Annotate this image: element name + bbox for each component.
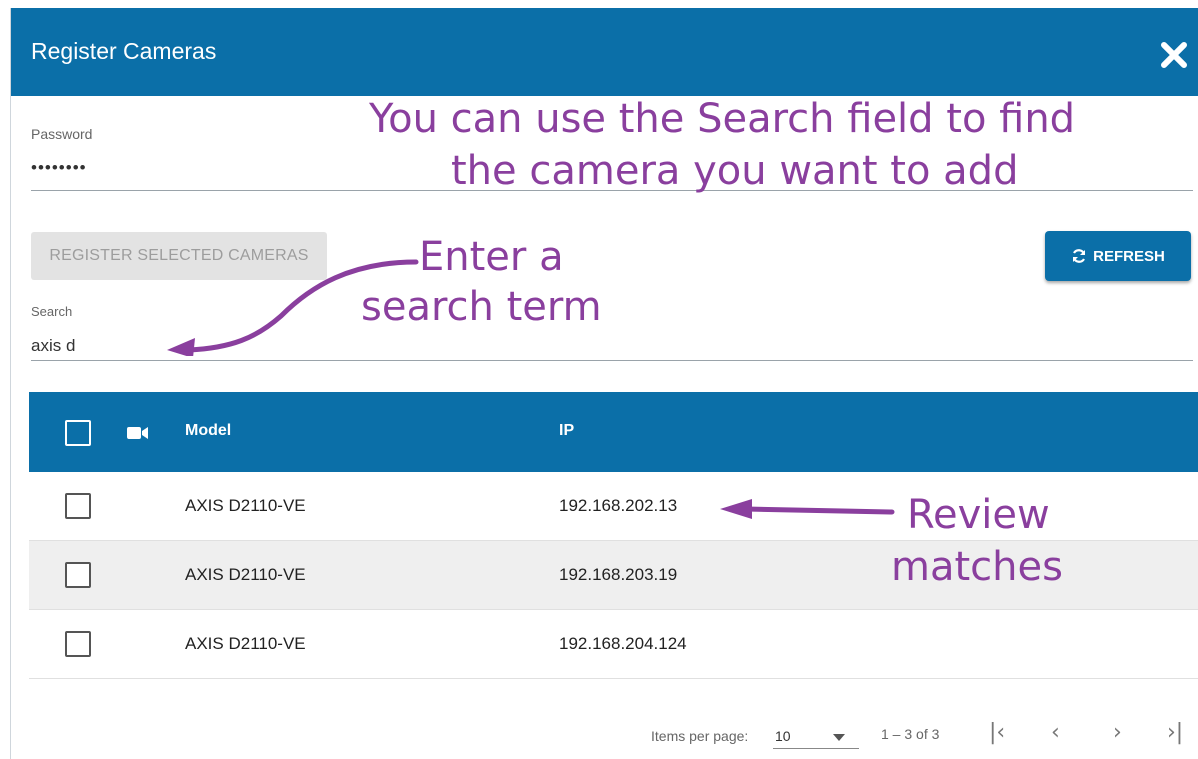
- row-checkbox[interactable]: [65, 562, 91, 588]
- model-cell: AXIS D2110-VE: [185, 565, 306, 584]
- column-header-model[interactable]: Model: [185, 422, 231, 440]
- dialog-title: Register Cameras: [31, 38, 217, 64]
- search-input[interactable]: axis d: [31, 336, 75, 356]
- search-label: Search: [31, 304, 73, 319]
- page-range: 1 – 3 of 3: [881, 726, 940, 742]
- table-row[interactable]: AXIS D2110-VE 192.168.204.124: [29, 610, 1198, 679]
- first-page-icon[interactable]: |‹: [989, 720, 1005, 745]
- search-underline: [31, 360, 1193, 361]
- annotation-review-line1: Review: [907, 492, 1050, 538]
- refresh-button[interactable]: REFRESH: [1045, 231, 1191, 281]
- page-size-select[interactable]: 10: [773, 720, 859, 749]
- row-checkbox[interactable]: [65, 493, 91, 519]
- column-header-ip[interactable]: IP: [559, 422, 574, 440]
- refresh-label: REFRESH: [1093, 247, 1165, 265]
- chevron-down-icon: [833, 734, 845, 741]
- paginator: Items per page: 10 1 – 3 of 3 |‹ ‹ › ›|: [29, 686, 1198, 759]
- previous-page-icon[interactable]: ‹: [1051, 720, 1060, 745]
- password-field[interactable]: ••••••••: [31, 158, 87, 178]
- row-checkbox[interactable]: [65, 631, 91, 657]
- model-cell: AXIS D2110-VE: [185, 496, 306, 515]
- annotation-enter-line1: Enter a: [419, 234, 564, 280]
- select-all-checkbox[interactable]: [65, 420, 91, 446]
- ip-cell: 192.168.204.124: [559, 634, 687, 653]
- close-icon[interactable]: [1157, 38, 1191, 72]
- annotation-arrow-to-ip: [720, 499, 895, 519]
- model-cell: AXIS D2110-VE: [185, 634, 306, 653]
- annotation-search-hint-line1: You can use the Search field to find: [369, 96, 1076, 142]
- annotation-arrow-to-search: [167, 259, 419, 356]
- video-camera-icon: [127, 427, 148, 439]
- table-header: Model IP: [29, 392, 1198, 472]
- ip-cell: 192.168.203.19: [559, 565, 678, 584]
- ip-cell: 192.168.202.13: [559, 496, 678, 515]
- page-size-value: 10: [775, 728, 791, 744]
- next-page-icon[interactable]: ›: [1113, 720, 1122, 745]
- annotation-search-hint-line2: the camera you want to add: [451, 148, 1019, 194]
- items-per-page-label: Items per page:: [651, 728, 749, 744]
- register-cameras-dialog: Register Cameras Password •••••••• You c…: [10, 8, 1198, 759]
- password-label: Password: [31, 126, 93, 142]
- refresh-icon: [1073, 249, 1086, 263]
- dialog-title-bar: Register Cameras: [11, 8, 1198, 96]
- annotation-review-line2: matches: [891, 544, 1063, 590]
- last-page-icon[interactable]: ›|: [1167, 720, 1183, 745]
